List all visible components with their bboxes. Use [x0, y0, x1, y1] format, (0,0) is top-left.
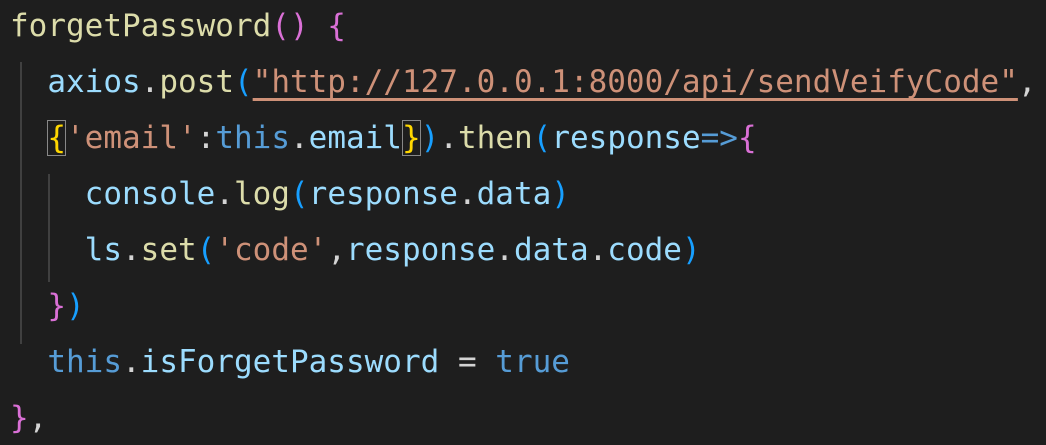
- code-token: =: [439, 344, 496, 380]
- code-line[interactable]: console.log(response.data): [10, 166, 570, 222]
- code-editor[interactable]: forgetPassword() { axios.post("http://12…: [0, 0, 1046, 445]
- code-token: :: [196, 120, 216, 156]
- code-token: data: [513, 232, 589, 268]
- code-line[interactable]: {'email':this.email}).then(response=>{: [10, 110, 757, 166]
- code-token: then: [458, 120, 533, 156]
- code-token: ,: [28, 400, 48, 436]
- code-token: (): [271, 8, 309, 44]
- code-token: }: [10, 400, 29, 436]
- code-token: {: [47, 120, 66, 156]
- code-token: }: [401, 120, 421, 156]
- code-token: .: [121, 232, 141, 268]
- code-token: {: [327, 8, 346, 44]
- code-line[interactable]: },: [10, 390, 47, 445]
- code-token: (: [196, 232, 216, 268]
- code-token: .: [457, 176, 477, 212]
- code-token: response: [551, 120, 701, 156]
- code-token: post: [159, 64, 234, 100]
- code-token: log: [233, 176, 290, 212]
- code-token: ls: [84, 232, 122, 268]
- code-token: response: [308, 176, 458, 212]
- code-token: ,: [1017, 64, 1037, 100]
- code-token: .: [439, 120, 458, 156]
- code-token: axios: [47, 64, 141, 100]
- code-line[interactable]: forgetPassword() {: [10, 0, 346, 54]
- code-token: forgetPassword: [10, 8, 272, 44]
- code-token: =>: [700, 120, 738, 156]
- code-token: 'code': [215, 232, 328, 268]
- code-token: {: [737, 120, 757, 156]
- code-token: ): [66, 288, 85, 324]
- code-token: 'email': [66, 120, 197, 156]
- code-token: console: [84, 176, 216, 212]
- code-token: .: [588, 232, 608, 268]
- code-token: email: [308, 120, 402, 156]
- code-token: ): [420, 120, 440, 156]
- code-line[interactable]: this.isForgetPassword = true: [10, 334, 570, 390]
- code-token: "http://127.0.0.1:8000/api/sendVeifyCode…: [252, 64, 1018, 100]
- code-token: (: [289, 176, 309, 212]
- code-token: set: [140, 232, 197, 268]
- code-token: response: [345, 232, 496, 268]
- code-token: .: [289, 120, 309, 156]
- code-token: .: [215, 176, 234, 212]
- code-token: this: [47, 344, 122, 380]
- code-token: ,: [327, 232, 346, 268]
- code-token: (: [532, 120, 552, 156]
- code-token: (: [233, 64, 253, 100]
- code-token: ): [551, 176, 570, 212]
- code-token: code: [607, 232, 682, 268]
- code-token: .: [140, 64, 160, 100]
- code-line[interactable]: ls.set('code',response.data.code): [10, 222, 701, 278]
- code-token: this: [215, 120, 290, 156]
- code-token: }: [47, 288, 66, 324]
- code-token: isForgetPassword: [140, 344, 440, 380]
- code-token: .: [121, 344, 141, 380]
- code-token: data: [476, 176, 552, 212]
- code-token: .: [495, 232, 514, 268]
- code-token: true: [495, 344, 570, 380]
- code-line[interactable]: }): [10, 278, 85, 334]
- code-token: ): [681, 232, 701, 268]
- code-line[interactable]: axios.post("http://127.0.0.1:8000/api/se…: [10, 54, 1037, 110]
